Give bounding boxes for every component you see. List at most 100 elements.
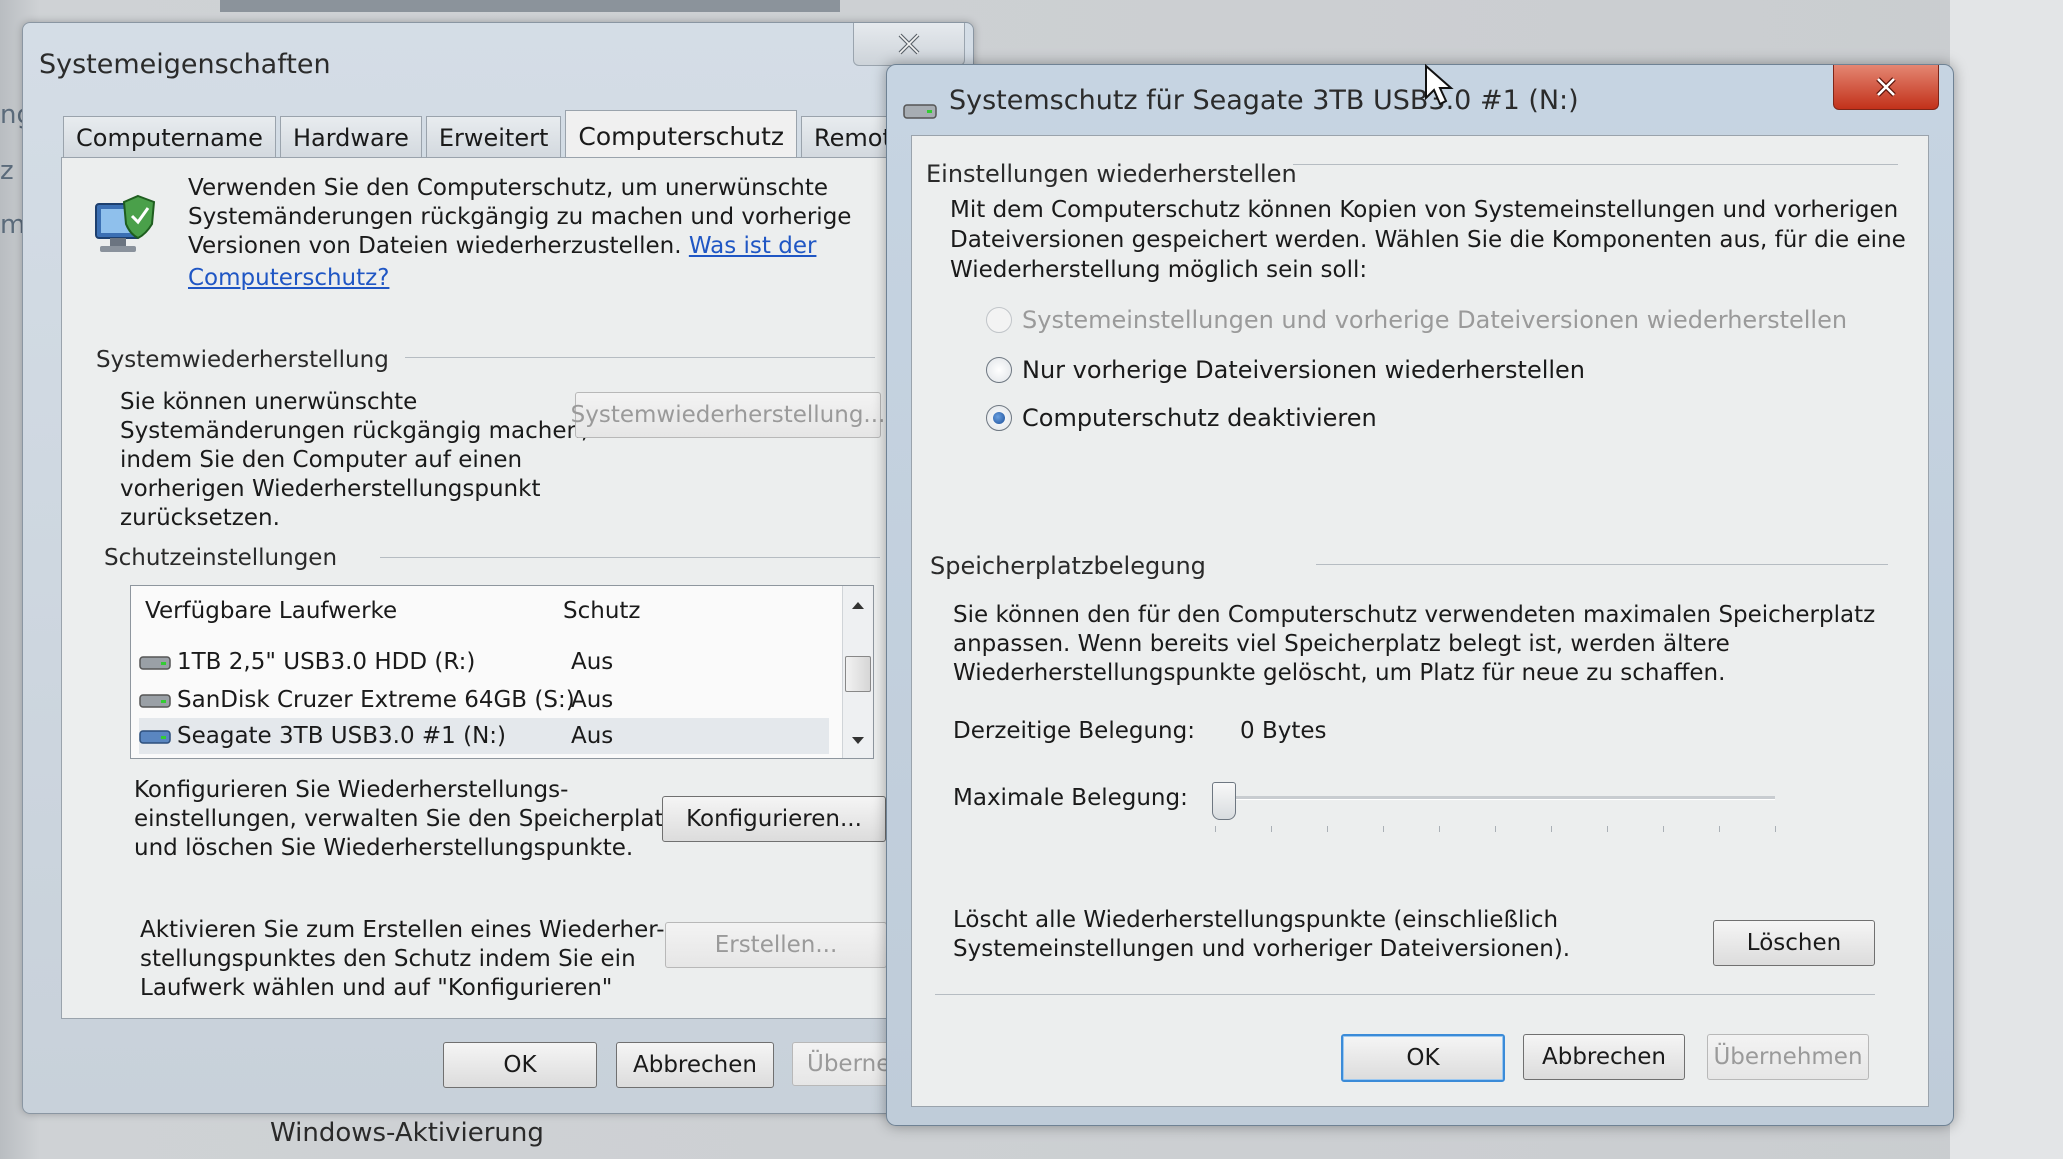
group-divider xyxy=(1316,564,1888,565)
create-restore-point-button[interactable]: Erstellen... xyxy=(665,922,887,968)
dialog-ok-button[interactable]: OK xyxy=(1341,1034,1505,1082)
footer-divider xyxy=(935,994,1875,995)
slider-tick xyxy=(1607,826,1608,832)
window-title: Systemeigenschaften xyxy=(39,49,331,80)
group-divider xyxy=(380,557,880,558)
dialog-cancel-button[interactable]: Abbrechen xyxy=(1523,1034,1685,1080)
max-usage-label: Maximale Belegung: xyxy=(953,785,1188,811)
group-divider xyxy=(1293,164,1898,165)
restore-settings-text-3: Wiederherstellung möglich sein soll: xyxy=(950,257,1368,283)
configure-button[interactable]: Konfigurieren... xyxy=(662,796,886,842)
create-text-2: stellungspunktes den Schutz indem Sie ei… xyxy=(140,946,636,972)
current-usage-label: Derzeitige Belegung: xyxy=(953,718,1195,744)
slider-tick xyxy=(1551,826,1552,832)
drive-icon xyxy=(903,104,937,119)
close-button[interactable] xyxy=(853,23,965,66)
drive-name: SanDisk Cruzer Extreme 64GB (S:) xyxy=(177,687,575,713)
disk-text-2: anpassen. Wenn bereits viel Speicherplat… xyxy=(953,631,1730,657)
column-header-drives[interactable]: Verfügbare Laufwerke xyxy=(145,598,397,624)
tab-hardware[interactable]: Hardware xyxy=(279,116,422,159)
tab-computerschutz[interactable]: Computerschutz xyxy=(565,110,798,161)
radio-label: Computerschutz deaktivieren xyxy=(1022,404,1377,432)
radio-label: Systemeinstellungen und vorherige Dateiv… xyxy=(1022,306,1848,334)
slider-tick xyxy=(1663,826,1664,832)
cancel-button[interactable]: Abbrechen xyxy=(616,1042,774,1088)
drives-list[interactable]: Verfügbare Laufwerke Schutz 1TB 2,5" USB… xyxy=(130,585,874,759)
drive-icon xyxy=(139,730,171,744)
drive-icon xyxy=(139,694,171,708)
radio-button-icon xyxy=(986,357,1012,383)
tab-bar: Computername Hardware Erweitert Computer… xyxy=(63,110,924,161)
ok-button[interactable]: OK xyxy=(443,1042,597,1088)
radio-label: Nur vorherige Dateiversionen wiederherst… xyxy=(1022,356,1586,384)
group-label-disk-usage: Speicherplatzbelegung xyxy=(930,552,1206,580)
intro-line-1: Verwenden Sie den Computerschutz, um une… xyxy=(188,175,829,201)
radio-disable-protection[interactable]: Computerschutz deaktivieren xyxy=(986,404,1377,432)
drive-name: 1TB 2,5" USB3.0 HDD (R:) xyxy=(177,649,476,675)
delete-text-2: Systemeinstellungen und vorheriger Datei… xyxy=(953,936,1571,962)
group-label-protection: Schutzeinstellungen xyxy=(104,545,338,571)
radio-button-icon xyxy=(986,307,1012,333)
taskbar-label: Windows-Aktivierung xyxy=(270,1118,544,1148)
scroll-thumb[interactable] xyxy=(845,656,871,692)
scroll-up-icon[interactable] xyxy=(851,600,865,610)
drive-protection-status: Aus xyxy=(571,649,614,675)
computer-shield-icon xyxy=(95,194,156,252)
list-scrollbar[interactable] xyxy=(842,586,873,758)
drive-protection-status: Aus xyxy=(571,687,614,713)
max-usage-slider-track[interactable] xyxy=(1215,796,1775,800)
close-button[interactable] xyxy=(1833,65,1939,110)
restore-text-2: Systemänderungen rückgängig machen, xyxy=(120,418,589,444)
max-usage-slider-thumb[interactable] xyxy=(1212,782,1236,820)
slider-tick xyxy=(1495,826,1496,832)
slider-tick xyxy=(1383,826,1384,832)
tab-erweitert[interactable]: Erweitert xyxy=(425,116,562,159)
tab-computername[interactable]: Computername xyxy=(63,116,276,159)
delete-button[interactable]: Löschen xyxy=(1713,920,1875,966)
drive-icon xyxy=(139,656,171,670)
current-usage-value: 0 Bytes xyxy=(1240,718,1327,744)
radio-files-only[interactable]: Nur vorherige Dateiversionen wiederherst… xyxy=(986,356,1585,384)
restore-text-5: zurücksetzen. xyxy=(120,505,280,531)
group-label-restore: Systemwiederherstellung xyxy=(96,347,389,373)
slider-tick xyxy=(1271,826,1272,832)
create-text-1: Aktivieren Sie zum Erstellen eines Wiede… xyxy=(140,917,665,943)
background-window-edge xyxy=(220,0,840,12)
slider-tick xyxy=(1327,826,1328,832)
restore-text-1: Sie können unerwünschte xyxy=(120,389,418,415)
configure-text-2: einstellungen, verwalten Sie den Speiche… xyxy=(134,806,683,832)
restore-text-3: indem Sie den Computer auf einen xyxy=(120,447,523,473)
background-window-right xyxy=(1950,0,2063,1159)
help-link-continued[interactable]: Computerschutz? xyxy=(188,264,389,293)
group-divider xyxy=(405,357,875,358)
disk-text-1: Sie können den für den Computerschutz ve… xyxy=(953,602,1876,628)
table-row[interactable]: SanDisk Cruzer Extreme 64GB (S:) Aus xyxy=(139,682,829,718)
drive-protection-status: Aus xyxy=(571,723,614,749)
configure-text-3: und löschen Sie Wiederherstellungspunkte… xyxy=(134,835,634,861)
slider-tick xyxy=(1775,826,1776,832)
restore-text-4: vorherigen Wiederherstellungspunkt xyxy=(120,476,541,502)
close-icon xyxy=(1876,77,1896,97)
create-text-3: Laufwerk wählen und auf "Konfigurieren" xyxy=(140,975,613,1001)
slider-tick xyxy=(1439,826,1440,832)
dialog-title: Systemschutz für Seagate 3TB USB3.0 #1 (… xyxy=(949,85,1579,116)
group-label-restore-settings: Einstellungen wiederherstellen xyxy=(926,160,1297,188)
dialog-apply-button[interactable]: Übernehmen xyxy=(1707,1034,1869,1080)
slider-tick xyxy=(1215,826,1216,832)
system-restore-button[interactable]: Systemwiederherstellung... xyxy=(571,392,885,438)
delete-text-1: Löscht alle Wiederherstellungspunkte (ei… xyxy=(953,907,1559,933)
table-row[interactable]: 1TB 2,5" USB3.0 HDD (R:) Aus xyxy=(139,644,829,680)
table-row-selected[interactable]: Seagate 3TB USB3.0 #1 (N:) Aus xyxy=(139,718,829,754)
scroll-down-icon[interactable] xyxy=(851,736,865,746)
radio-system-and-files[interactable]: Systemeinstellungen und vorherige Dateiv… xyxy=(986,306,1847,334)
close-icon xyxy=(898,33,920,55)
column-header-protection[interactable]: Schutz xyxy=(563,598,641,624)
slider-tick xyxy=(1719,826,1720,832)
disk-text-3: Wiederherstellungspunkte gelöscht, um Pl… xyxy=(953,660,1726,686)
background-text-fragment: z xyxy=(0,156,14,186)
help-link[interactable]: Was ist der xyxy=(689,233,817,259)
intro-text: Versionen von Dateien wiederherzustellen… xyxy=(188,233,682,259)
radio-button-selected-icon xyxy=(986,405,1012,431)
restore-settings-text-1: Mit dem Computerschutz können Kopien von… xyxy=(950,197,1899,223)
restore-settings-text-2: Dateiversionen gespeichert werden. Wähle… xyxy=(950,227,1906,253)
